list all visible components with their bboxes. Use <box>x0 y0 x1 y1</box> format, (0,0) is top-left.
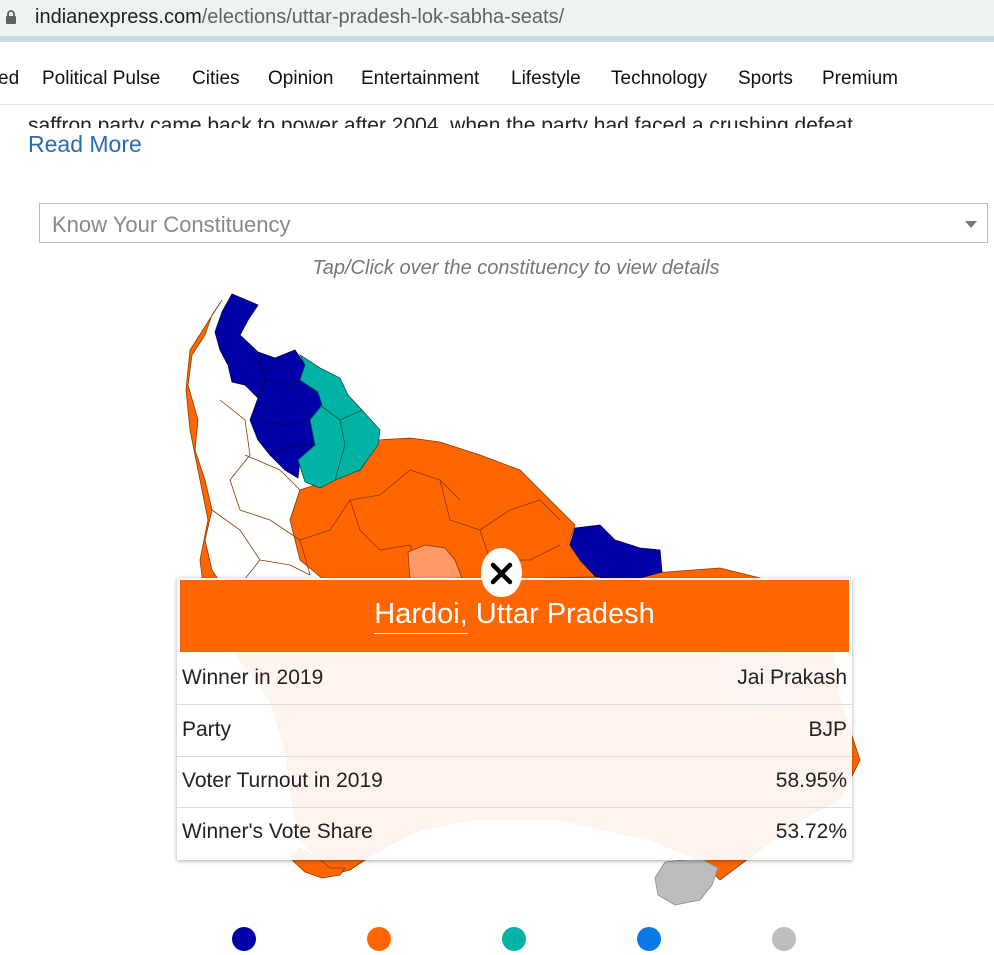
nav-item-premium[interactable]: Premium <box>822 68 898 90</box>
legend-dot-orange[interactable] <box>367 927 391 951</box>
nav-item-technology[interactable]: Technology <box>611 68 707 90</box>
popup-row-vote-share: Winner's Vote Share 53.72% <box>177 807 852 858</box>
popup-title: Hardoi, Uttar Pradesh <box>180 598 849 634</box>
popup-row-label: Winner in 2019 <box>182 666 324 689</box>
popup-row-label: Voter Turnout in 2019 <box>182 769 383 792</box>
url-host: indianexpress.com <box>35 6 202 28</box>
popup-row-value: 53.72% <box>775 820 847 843</box>
popup-row-value: Jai Prakash <box>737 666 847 689</box>
url-path: /elections/uttar-pradesh-lok-sabha-seats… <box>201 6 565 28</box>
popup-title-state: Uttar Pradesh <box>467 598 655 630</box>
article-text-line: saffron party came back to power after 2… <box>28 106 928 129</box>
popup-title-place[interactable]: Hardoi, <box>374 598 468 634</box>
nav-item-political-pulse[interactable]: Political Pulse <box>42 68 160 90</box>
legend-dot-navy[interactable] <box>232 927 256 951</box>
read-more-link[interactable]: Read More <box>28 131 142 158</box>
popup-row-party: Party BJP <box>177 705 852 757</box>
legend-dot-blue[interactable] <box>637 927 661 951</box>
url-bar-divider <box>0 36 994 42</box>
nav-item-sports[interactable]: Sports <box>738 68 793 90</box>
constituency-select-placeholder: Know Your Constituency <box>52 212 291 237</box>
constituency-select[interactable]: Know Your Constituency <box>39 203 988 243</box>
legend-dot-grey[interactable] <box>772 927 796 951</box>
popup-row-label: Winner's Vote Share <box>182 820 373 843</box>
map-region-grey[interactable] <box>654 857 719 906</box>
constituency-popup: Hardoi, Uttar Pradesh Winner in 2019 Jai… <box>177 548 852 860</box>
nav-item-partial[interactable]: ed <box>0 68 19 90</box>
popup-row-label: Party <box>182 718 232 741</box>
article-text: saffron party came back to power after 2… <box>28 114 853 129</box>
chevron-down-icon <box>965 221 977 228</box>
popup-row-winner: Winner in 2019 Jai Prakash <box>177 653 852 705</box>
popup-row-value: BJP <box>808 718 847 741</box>
close-icon <box>490 562 513 585</box>
url-text[interactable]: indianexpress.com/elections/uttar-prades… <box>35 6 564 29</box>
popup-row-value: 58.95% <box>775 769 847 792</box>
legend-dot-teal[interactable] <box>502 927 526 951</box>
nav-item-cities[interactable]: Cities <box>192 68 240 90</box>
nav-item-opinion[interactable]: Opinion <box>268 68 334 90</box>
close-button[interactable] <box>481 548 522 597</box>
map-hint: Tap/Click over the constituency to view … <box>312 257 720 279</box>
map-region-navy-west[interactable] <box>214 293 323 479</box>
nav-item-lifestyle[interactable]: Lifestyle <box>511 68 581 90</box>
nav-item-entertainment[interactable]: Entertainment <box>361 68 479 90</box>
site-nav: ed Political Pulse Cities Opinion Entert… <box>0 60 994 105</box>
browser-url-bar[interactable]: indianexpress.com/elections/uttar-prades… <box>0 0 994 36</box>
popup-row-turnout: Voter Turnout in 2019 58.95% <box>177 756 852 808</box>
lock-icon <box>6 10 16 24</box>
